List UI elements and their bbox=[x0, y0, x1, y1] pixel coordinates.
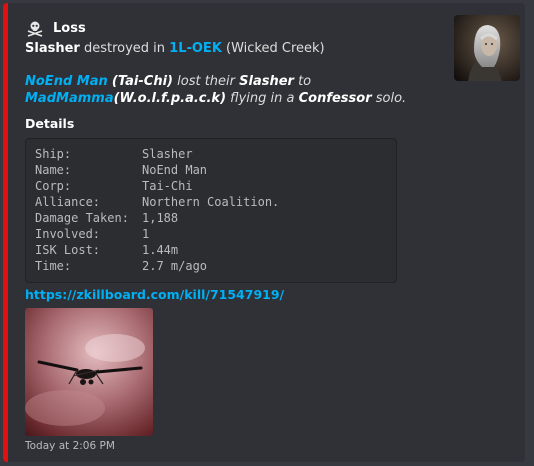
title-destroyed-text: destroyed in bbox=[83, 41, 166, 56]
detail-key: Damage Taken: bbox=[35, 211, 129, 225]
killmail-embed: Loss Slasher destroyed in 1L-OEK (Wicked… bbox=[3, 3, 525, 462]
detail-row: Involved: 1 bbox=[35, 226, 387, 242]
ship-render-image[interactable] bbox=[25, 308, 153, 436]
embed-description: NoEnd Man (Tai-Chi) lost their Slasher t… bbox=[25, 73, 435, 107]
detail-key: Ship: bbox=[35, 147, 72, 161]
embed-footer-timestamp: Today at 2:06 PM bbox=[25, 440, 115, 452]
victim-corp: (Tai-Chi) bbox=[111, 74, 173, 89]
detail-row: Alliance: Northern Coalition. bbox=[35, 194, 387, 210]
detail-row: ISK Lost: 1.44m bbox=[35, 242, 387, 258]
detail-row: Ship: Slasher bbox=[35, 146, 387, 162]
title-region: (Wicked Creek) bbox=[226, 41, 325, 56]
detail-value: Slasher bbox=[142, 147, 193, 161]
detail-value: Northern Coalition. bbox=[142, 195, 280, 209]
desc-solo-text: solo. bbox=[375, 91, 407, 106]
embed-author: Loss bbox=[25, 17, 86, 39]
desc-to-text: to bbox=[298, 74, 312, 89]
detail-row: Damage Taken: 1,188 bbox=[35, 210, 387, 226]
detail-value: 1 bbox=[142, 227, 150, 241]
zkillboard-link[interactable]: https://zkillboard.com/kill/71547919/ bbox=[25, 287, 284, 302]
embed-title: Slasher destroyed in 1L-OEK (Wicked Cree… bbox=[25, 41, 325, 56]
attacker-ship: Confessor bbox=[298, 91, 372, 106]
detail-row: Time: 2.7 m/ago bbox=[35, 258, 387, 274]
attacker-corp: (W.o.l.f.p.a.c.k) bbox=[113, 91, 227, 106]
detail-value: 1,188 bbox=[142, 211, 179, 225]
victim-link[interactable]: NoEnd Man bbox=[25, 74, 108, 89]
desc-flying-text: flying in a bbox=[230, 91, 295, 106]
detail-value: 1.44m bbox=[142, 243, 179, 257]
detail-key: Time: bbox=[35, 259, 72, 273]
embed-author-name: Loss bbox=[53, 20, 86, 36]
detail-key: Name: bbox=[35, 163, 72, 177]
desc-ship: Slasher bbox=[239, 74, 294, 89]
detail-value: 2.7 m/ago bbox=[142, 259, 208, 273]
detail-value: NoEnd Man bbox=[142, 163, 208, 177]
attacker-link[interactable]: MadMamma bbox=[25, 91, 114, 106]
detail-key: Corp: bbox=[35, 179, 72, 193]
detail-value: Tai-Chi bbox=[142, 179, 193, 193]
detail-key: ISK Lost: bbox=[35, 243, 101, 257]
victim-portrait-thumbnail[interactable] bbox=[454, 15, 520, 81]
detail-row: Name: NoEnd Man bbox=[35, 162, 387, 178]
detail-key: Involved: bbox=[35, 227, 101, 241]
system-link[interactable]: 1L-OEK bbox=[169, 41, 222, 56]
field-name-details: Details bbox=[25, 116, 75, 131]
detail-key: Alliance: bbox=[35, 195, 101, 209]
skull-crossbones-icon bbox=[25, 18, 45, 38]
detail-row: Corp: Tai-Chi bbox=[35, 178, 387, 194]
title-ship: Slasher bbox=[25, 41, 80, 56]
desc-lost-text: lost their bbox=[177, 74, 235, 89]
details-codeblock: Ship: Slasher Name: NoEnd Man Corp: Tai-Chi… bbox=[25, 138, 397, 283]
